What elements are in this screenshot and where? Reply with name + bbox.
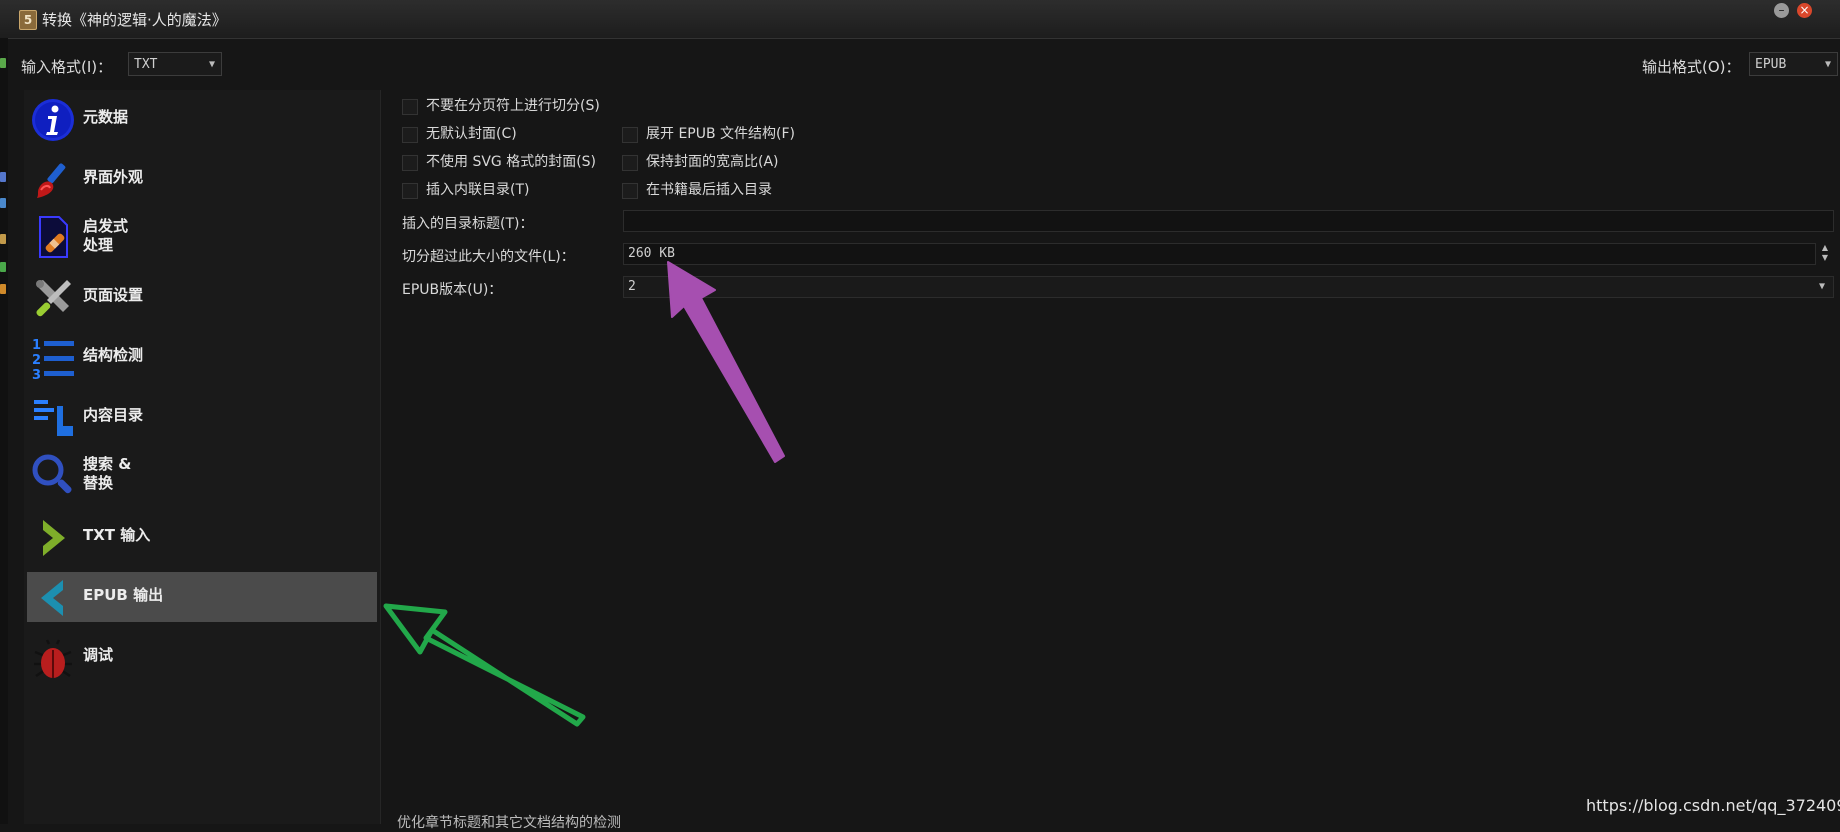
annotation-overlay [383, 261, 785, 727]
green-arrow-annotation [383, 603, 586, 727]
purple-arrow-annotation [667, 261, 785, 463]
